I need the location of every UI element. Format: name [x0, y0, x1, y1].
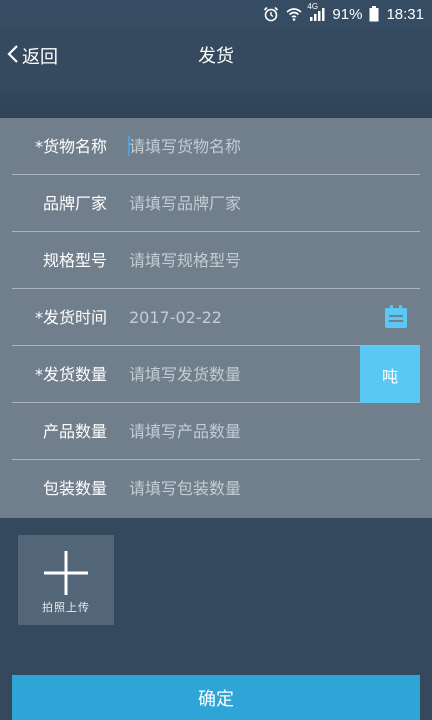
ship-date-value[interactable]: 2017-02-22 [129, 289, 222, 346]
status-bar: 4G 91% 18:31 [0, 0, 432, 28]
brand-label: 品牌厂家 [42, 194, 107, 213]
battery-percent: 91% [332, 5, 363, 23]
form-row-ship-date: *发货时间 2017-02-22 [12, 289, 420, 346]
battery-icon [369, 6, 379, 22]
unit-selector[interactable]: 吨 [360, 346, 420, 403]
alarm-icon [263, 6, 279, 22]
app-bar: 返回 发货 [0, 28, 432, 84]
page-title: 发货 [198, 46, 234, 67]
calendar-icon[interactable] [382, 303, 410, 331]
product-quantity-input[interactable] [129, 417, 359, 445]
product-quantity-label: 产品数量 [42, 422, 107, 441]
form-row-ship-quantity: *发货数量 吨 [12, 346, 420, 403]
ship-quantity-input[interactable] [129, 360, 359, 388]
brand-input[interactable] [129, 189, 359, 217]
spec-input[interactable] [129, 246, 359, 274]
spec-label: 规格型号 [42, 251, 107, 270]
header-band [0, 84, 432, 118]
confirm-button[interactable]: 确定 [12, 675, 420, 720]
form-row-product-quantity: 产品数量 [12, 403, 420, 460]
form-row-package-quantity: 包装数量 [12, 460, 420, 517]
network-type: 4G [307, 2, 319, 11]
wifi-icon [286, 6, 302, 22]
form-row-brand: 品牌厂家 [12, 175, 420, 232]
clock: 18:31 [386, 5, 424, 23]
package-quantity-input[interactable] [129, 474, 359, 502]
signal-icon: 4G [307, 2, 325, 22]
form-row-goods-name: *货物名称 [12, 118, 420, 175]
ship-date-label: *发货时间 [34, 308, 107, 327]
package-quantity-label: 包装数量 [42, 479, 107, 498]
ship-quantity-label: *发货数量 [34, 365, 107, 384]
photo-upload-button[interactable]: 拍照上传 [18, 535, 114, 625]
plus-icon [42, 549, 90, 597]
goods-name-label: *货物名称 [34, 137, 107, 156]
goods-name-input[interactable] [129, 132, 359, 160]
form-row-spec: 规格型号 [12, 232, 420, 289]
shipment-form: *货物名称 品牌厂家 规格型号 *发货时间 2017-02-22 *发货数量 吨… [0, 118, 432, 518]
photo-upload-label: 拍照上传 [42, 601, 90, 614]
